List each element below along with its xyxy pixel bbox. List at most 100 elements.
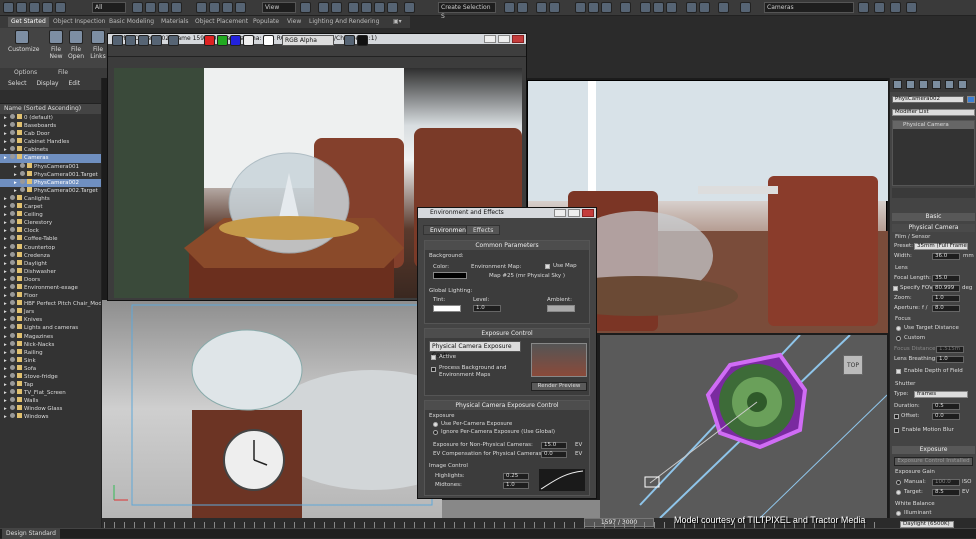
use-target-distance-radio[interactable] bbox=[896, 326, 901, 331]
expand-arrow-icon[interactable]: ▸ bbox=[4, 146, 8, 154]
toggle-layer-explorer-icon[interactable] bbox=[549, 2, 560, 13]
expand-arrow-icon[interactable]: ▸ bbox=[4, 357, 8, 365]
render-close-button[interactable] bbox=[512, 35, 524, 43]
expand-arrow-icon[interactable]: ▸ bbox=[14, 179, 18, 187]
visibility-icon[interactable] bbox=[10, 219, 15, 225]
percent-snap-icon[interactable] bbox=[374, 2, 385, 13]
explorer-menu-edit[interactable]: Edit bbox=[68, 80, 80, 87]
visibility-icon[interactable] bbox=[10, 154, 15, 160]
visibility-icon[interactable] bbox=[10, 243, 15, 249]
tree-item[interactable]: ▸ Carpet bbox=[0, 203, 101, 211]
window-crossing-icon[interactable] bbox=[171, 2, 182, 13]
select-by-name-icon[interactable] bbox=[145, 2, 156, 13]
tree-item[interactable]: ▸ Cameras bbox=[0, 154, 101, 163]
copy-image-icon[interactable] bbox=[125, 35, 136, 46]
layer-dropdown[interactable]: Cameras bbox=[764, 2, 854, 13]
unlink-icon[interactable] bbox=[42, 2, 53, 13]
tint-swatch[interactable] bbox=[433, 305, 461, 312]
reference-coord-dropdown[interactable]: View bbox=[262, 2, 296, 13]
expand-arrow-icon[interactable]: ▸ bbox=[4, 235, 8, 243]
visibility-icon[interactable] bbox=[20, 170, 25, 176]
physical-camera-rollout-header[interactable]: Physical Camera bbox=[892, 224, 975, 232]
visibility-icon[interactable] bbox=[10, 413, 15, 419]
manual-gain-radio[interactable] bbox=[896, 480, 901, 485]
tab-lighting-rendering[interactable]: Lighting And Rendering bbox=[306, 17, 382, 27]
tree-item[interactable]: ▸ PhysCamera001.Target bbox=[0, 170, 101, 179]
expand-arrow-icon[interactable]: ▸ bbox=[4, 219, 8, 227]
env-maximize-button[interactable] bbox=[568, 209, 580, 217]
tree-item[interactable]: ▸ Daylight bbox=[0, 259, 101, 268]
tab-populate[interactable]: Populate bbox=[250, 17, 282, 27]
visibility-icon[interactable] bbox=[10, 235, 15, 241]
expand-arrow-icon[interactable]: ▸ bbox=[14, 171, 18, 179]
render-setup-icon[interactable] bbox=[640, 2, 651, 13]
expand-arrow-icon[interactable]: ▸ bbox=[4, 413, 8, 421]
environment-map-button[interactable]: Map #25 (mr Physical Sky ) bbox=[489, 273, 565, 279]
scale-icon[interactable] bbox=[222, 2, 233, 13]
visibility-icon[interactable] bbox=[10, 300, 15, 306]
tree-item[interactable]: ▸ Clerestory bbox=[0, 219, 101, 227]
keyboard-shortcut-icon[interactable] bbox=[331, 2, 342, 13]
offset-field[interactable]: 0.0 bbox=[932, 413, 960, 420]
tab-object-inspection[interactable]: Object Inspection bbox=[50, 17, 108, 27]
expand-arrow-icon[interactable]: ▸ bbox=[4, 349, 8, 357]
exposure-rollout-header[interactable]: Exposure bbox=[892, 446, 975, 454]
tab-materials[interactable]: Materials bbox=[158, 17, 192, 27]
render-preview-button[interactable]: Render Preview bbox=[531, 382, 587, 391]
select-objects-in-layer-icon[interactable] bbox=[890, 2, 901, 13]
expand-arrow-icon[interactable]: ▸ bbox=[4, 381, 8, 389]
visibility-icon[interactable] bbox=[20, 162, 25, 168]
visibility-icon[interactable] bbox=[10, 259, 15, 265]
ev-compensation-field[interactable]: 0.0 bbox=[541, 451, 567, 458]
enable-dof-checkbox[interactable] bbox=[896, 369, 901, 374]
render-online-icon[interactable] bbox=[718, 2, 729, 13]
visibility-icon[interactable] bbox=[10, 275, 15, 281]
expand-arrow-icon[interactable]: ▸ bbox=[4, 333, 8, 341]
curve-editor-icon[interactable] bbox=[588, 2, 599, 13]
bind-icon[interactable] bbox=[55, 2, 66, 13]
tree-item[interactable]: ▸ Jars bbox=[0, 308, 101, 316]
background-color-swatch[interactable] bbox=[433, 272, 467, 279]
lens-breathing-field[interactable]: 1.0 bbox=[936, 356, 964, 363]
modifier-list-dropdown[interactable]: Modifier List bbox=[892, 109, 975, 116]
visibility-icon[interactable] bbox=[10, 138, 15, 144]
expand-arrow-icon[interactable]: ▸ bbox=[4, 300, 8, 308]
object-name-field[interactable]: PhysCamera002 bbox=[892, 96, 964, 103]
tree-item[interactable]: ▸ Cabinet Handles bbox=[0, 138, 101, 146]
tree-item[interactable]: ▸ Canlights bbox=[0, 194, 101, 203]
tree-item[interactable]: ▸ Baseboards bbox=[0, 122, 101, 130]
exp-non-phys-field[interactable]: 15.0 bbox=[541, 442, 567, 449]
ribbon-options-icon[interactable]: ▣▾ bbox=[390, 17, 405, 27]
expand-arrow-icon[interactable]: ▸ bbox=[14, 187, 18, 195]
visibility-icon[interactable] bbox=[10, 356, 15, 362]
visibility-icon[interactable] bbox=[10, 332, 15, 338]
visibility-icon[interactable] bbox=[10, 364, 15, 370]
tree-item[interactable]: ▸ Floor bbox=[0, 292, 101, 300]
tab-effects[interactable]: Effects bbox=[466, 225, 501, 235]
tree-item[interactable]: ▸ Knives bbox=[0, 316, 101, 324]
toggle-scene-explorer-icon[interactable] bbox=[536, 2, 547, 13]
use-map-checkbox[interactable] bbox=[545, 264, 550, 269]
visibility-icon[interactable] bbox=[10, 292, 15, 298]
visibility-icon[interactable] bbox=[10, 227, 15, 233]
expand-arrow-icon[interactable]: ▸ bbox=[4, 389, 8, 397]
spinner-snap-icon[interactable] bbox=[387, 2, 398, 13]
visibility-icon[interactable] bbox=[10, 203, 15, 209]
tab-get-started[interactable]: Get Started bbox=[8, 17, 49, 27]
common-parameters-header[interactable]: Common Parameters bbox=[425, 241, 589, 250]
file-open-button[interactable]: File Open bbox=[66, 30, 86, 60]
width-field[interactable]: 36.0 bbox=[932, 253, 960, 260]
duration-field[interactable]: 0.5 bbox=[932, 403, 960, 410]
exposure-control-header[interactable]: Exposure Control bbox=[425, 329, 589, 338]
overlay-icon[interactable] bbox=[357, 35, 368, 46]
snaps-toggle-icon[interactable] bbox=[348, 2, 359, 13]
ignore-per-camera-radio[interactable] bbox=[433, 430, 438, 435]
aperture-field[interactable]: 8.0 bbox=[932, 305, 960, 312]
clone-frame-icon[interactable] bbox=[138, 35, 149, 46]
expand-arrow-icon[interactable]: ▸ bbox=[4, 308, 8, 316]
active-checkbox[interactable] bbox=[431, 355, 436, 360]
visibility-icon[interactable] bbox=[10, 348, 15, 354]
expand-arrow-icon[interactable]: ▸ bbox=[4, 292, 8, 300]
expand-arrow-icon[interactable]: ▸ bbox=[4, 276, 8, 284]
tree-item[interactable]: ▸ Doors bbox=[0, 275, 101, 284]
